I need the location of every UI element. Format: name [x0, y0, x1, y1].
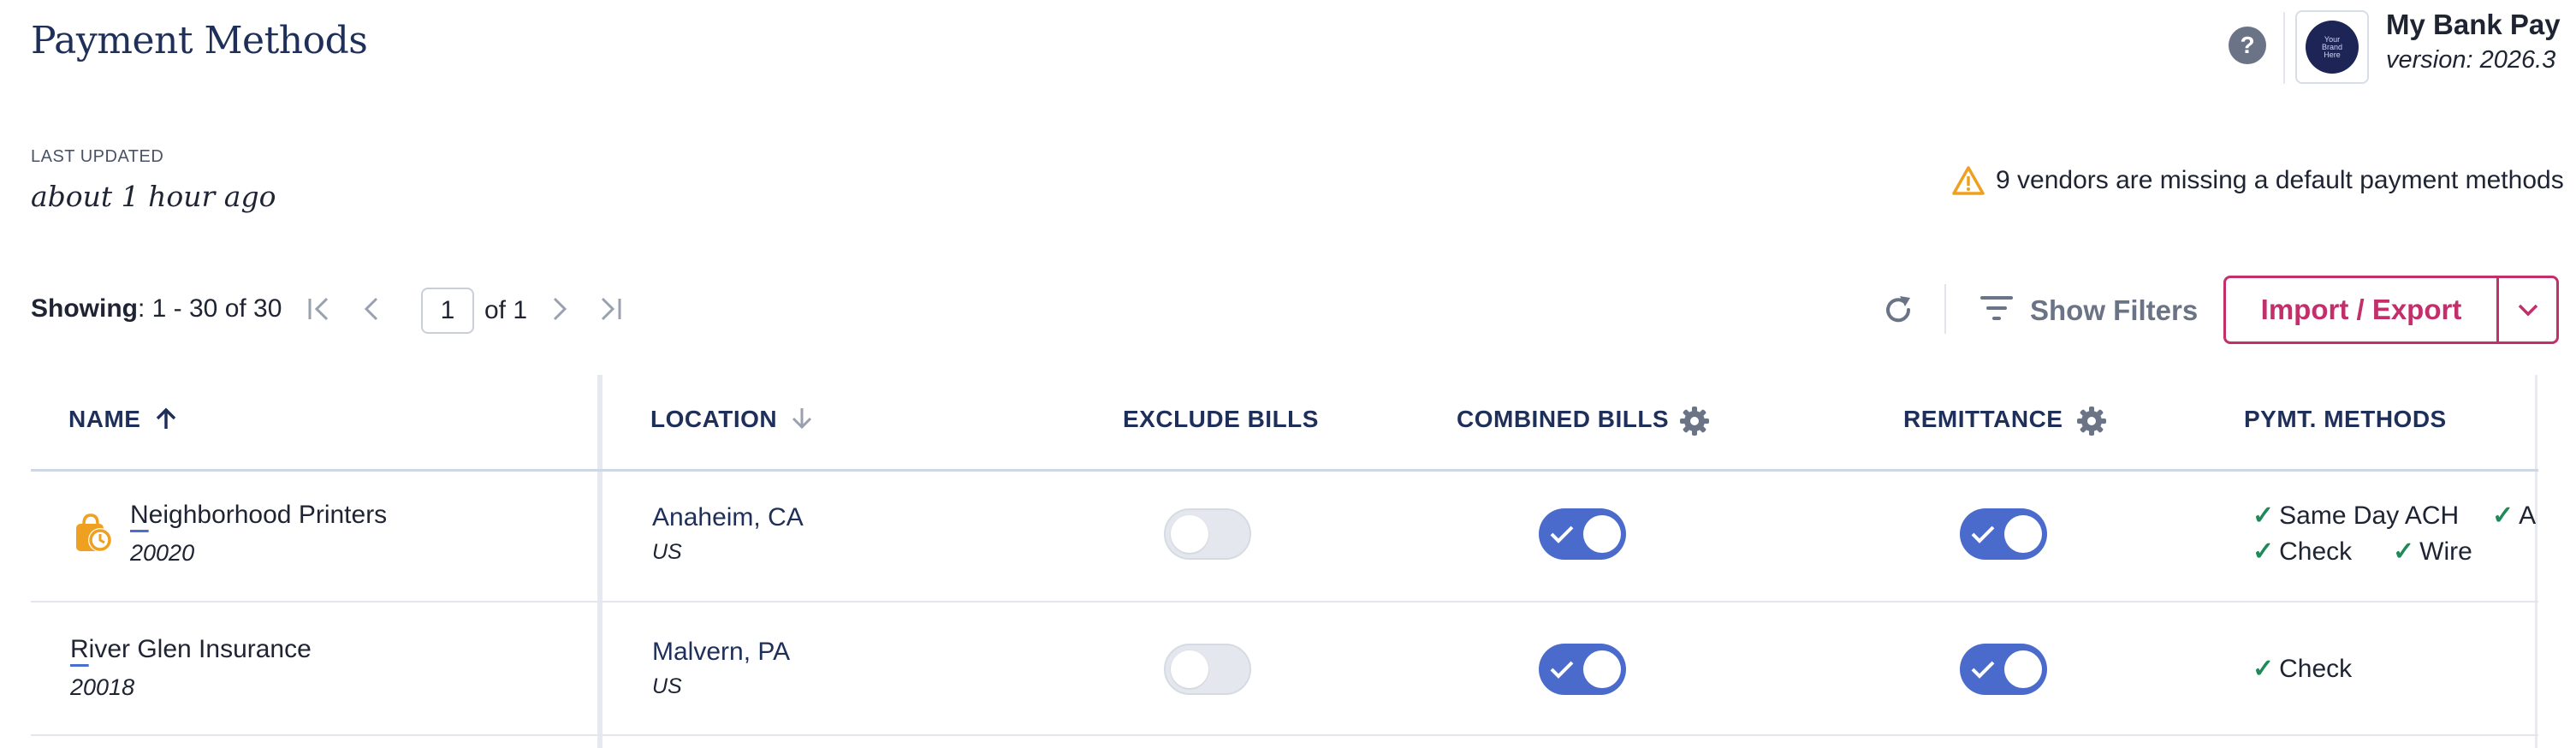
app-version: version: 2026.3	[2386, 46, 2556, 74]
payment-method-label: A	[2519, 502, 2537, 530]
check-icon: ✓	[2393, 537, 2415, 566]
vendor-name-rest: eighborhood Printers	[148, 501, 388, 529]
pending-clock-icon	[72, 512, 115, 555]
column-header-location[interactable]: LOCATION	[650, 406, 815, 433]
warning-icon	[1951, 165, 1985, 196]
next-page-button[interactable]	[543, 292, 577, 326]
remittance-toggle[interactable]	[1960, 644, 2047, 695]
check-icon: ✓	[2492, 502, 2514, 530]
column-header-remittance: REMITTANCE	[1903, 406, 2063, 433]
import-export-button-group: Import / Export	[2223, 276, 2559, 344]
showing-count: Showing: 1 - 30 of 30	[31, 294, 282, 324]
last-updated-value: about 1 hour ago	[31, 180, 276, 213]
column-header-exclude-bills: EXCLUDE BILLS	[1123, 406, 1319, 432]
page-title: Payment Methods	[31, 19, 368, 62]
vendor-name-link[interactable]: River Glen Insurance	[70, 635, 312, 664]
check-icon: ✓	[2253, 655, 2275, 683]
exclude-bills-toggle[interactable]	[1164, 508, 1251, 560]
payment-method-label: Wire	[2419, 537, 2472, 566]
table-header-divider	[31, 469, 2538, 472]
combined-bills-toggle[interactable]	[1539, 644, 1626, 695]
sort-ascending-icon	[156, 407, 175, 429]
first-page-button[interactable]	[301, 292, 335, 326]
payment-method-item: ✓ Same Day ACH	[2253, 501, 2459, 531]
vendor-name-rest: iver Glen Insurance	[88, 635, 312, 663]
app-name: My Bank Pay	[2386, 9, 2561, 40]
brand-logo-text: Here	[2324, 50, 2341, 59]
row-divider	[31, 601, 2538, 603]
payment-method-item: ✓ A	[2492, 501, 2536, 531]
vendor-name-initial: R	[70, 635, 89, 663]
missing-methods-alert[interactable]: 9 vendors are missing a default payment …	[1996, 166, 2564, 195]
svg-text:?: ?	[2240, 32, 2254, 58]
payment-method-label: Check	[2279, 537, 2353, 566]
sort-descending-icon	[792, 408, 812, 430]
row-divider	[31, 734, 2538, 736]
help-icon[interactable]: ?	[2229, 27, 2266, 64]
vendor-city: Anaheim, CA	[652, 503, 804, 531]
showing-label: Showing	[31, 294, 138, 323]
vendor-country: US	[652, 674, 682, 698]
last-page-button[interactable]	[594, 292, 628, 326]
vendor-id: 20018	[70, 674, 135, 700]
brand-logo: Your Brand Here	[2295, 10, 2369, 84]
chevron-down-icon	[2518, 304, 2537, 317]
column-header-combined-bills-label: COMBINED BILLS	[1457, 406, 1670, 432]
payment-method-label: Check	[2279, 655, 2353, 683]
combined-bills-toggle[interactable]	[1539, 508, 1626, 560]
check-icon: ✓	[2253, 537, 2275, 566]
column-header-pymt-methods: PYMT. METHODS	[2244, 406, 2447, 432]
payment-method-item: ✓ Check	[2253, 537, 2352, 567]
payment-method-item: ✓ Wire	[2393, 537, 2472, 567]
column-header-name-label: NAME	[68, 406, 141, 432]
vendor-id: 20020	[130, 540, 195, 566]
table-right-edge	[2535, 375, 2537, 748]
vendor-name-link[interactable]: Neighborhood Printers	[130, 501, 387, 530]
payment-method-item: ✓ Check	[2253, 654, 2352, 684]
column-header-location-label: LOCATION	[650, 406, 778, 432]
frozen-column-divider	[597, 375, 602, 748]
column-header-remittance-label: REMITTANCE	[1903, 406, 2063, 432]
check-icon: ✓	[2253, 502, 2275, 530]
column-header-name[interactable]: NAME	[68, 406, 179, 433]
vendor-country: US	[652, 540, 682, 564]
showing-range: : 1 - 30 of 30	[137, 294, 282, 323]
payment-method-label: Same Day ACH	[2279, 502, 2460, 530]
vendor-name-initial: N	[130, 501, 149, 529]
remittance-toggle[interactable]	[1960, 508, 2047, 560]
header-divider	[2283, 12, 2285, 84]
refresh-icon[interactable]	[1879, 291, 1917, 329]
remittance-gear-icon[interactable]	[2074, 404, 2109, 438]
filter-icon[interactable]	[1979, 293, 2015, 324]
prev-page-button[interactable]	[354, 292, 389, 326]
toolbar-divider	[1944, 284, 1946, 334]
combined-bills-gear-icon[interactable]	[1677, 404, 1712, 438]
show-filters-button[interactable]: Show Filters	[2030, 294, 2198, 327]
import-export-dropdown[interactable]	[2499, 278, 2556, 341]
import-export-button[interactable]: Import / Export	[2226, 278, 2496, 341]
last-updated-label: LAST UPDATED	[31, 147, 164, 166]
vendor-city: Malvern, PA	[652, 638, 791, 666]
page-number-input[interactable]: 1	[421, 288, 474, 334]
page-total: of 1	[484, 296, 528, 324]
column-header-combined-bills: COMBINED BILLS	[1457, 406, 1669, 433]
exclude-bills-toggle[interactable]	[1164, 644, 1251, 695]
